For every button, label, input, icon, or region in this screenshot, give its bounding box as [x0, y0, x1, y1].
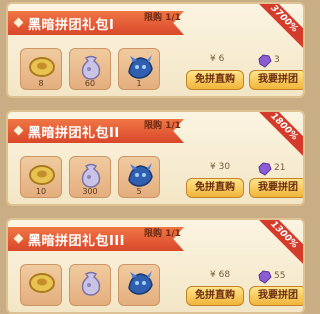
- gift-pack-card: 黑暗拼团礼包III 限购 1/1 1300% ¥ 68 55 免拼直购 我要拼团: [6, 218, 305, 314]
- purchase-limit: 限购 1/1: [144, 13, 181, 23]
- blue-creature-icon: [128, 163, 153, 187]
- gift-pack-card: 黑暗拼团礼包I 限购 1/1 3700% 8 60 1 ¥ 6 3 免拼直购 我…: [6, 2, 305, 98]
- pouch-icon: [81, 55, 101, 80]
- gift-pack-card: 黑暗拼团礼包II 限购 1/1 1800% 10 300 5 ¥ 30 21 免…: [6, 110, 305, 206]
- reward-slot[interactable]: 1: [118, 48, 160, 90]
- purple-gem-icon: [258, 54, 272, 68]
- item-count: 300: [82, 187, 98, 196]
- item-count: 5: [136, 187, 142, 196]
- price-row: ¥ 6 3: [188, 54, 298, 68]
- reward-slot[interactable]: [118, 264, 160, 306]
- blue-creature-icon: [128, 55, 153, 79]
- gem-reward: 3: [274, 55, 280, 65]
- item-count: 1: [136, 79, 142, 88]
- reward-slot[interactable]: [69, 264, 111, 306]
- gem-reward: 21: [274, 163, 286, 173]
- price-row: ¥ 68 55: [188, 270, 298, 284]
- direct-buy-button[interactable]: 免拼直购: [186, 178, 244, 198]
- ribbon-label: 1800%: [255, 112, 303, 160]
- price-row: ¥ 30 21: [188, 162, 298, 176]
- ribbon-label: 1300%: [255, 220, 303, 268]
- value-ribbon: 1800%: [255, 112, 303, 160]
- reward-slot[interactable]: 300: [69, 156, 111, 198]
- purple-gem-icon: [258, 270, 272, 284]
- diamond-bullet-icon: [13, 233, 24, 244]
- join-group-button[interactable]: 我要拼团: [249, 178, 303, 198]
- value-ribbon: 3700%: [255, 4, 303, 52]
- pack-title: 黑暗拼团礼包I: [28, 18, 115, 33]
- item-count: 10: [35, 187, 47, 196]
- blue-creature-icon: [128, 271, 153, 295]
- reward-slot[interactable]: 5: [118, 156, 160, 198]
- purple-gem-icon: [258, 162, 272, 176]
- purchase-limit: 限购 1/1: [144, 229, 181, 239]
- join-group-button[interactable]: 我要拼团: [249, 70, 303, 90]
- coin-ring-icon: [29, 273, 55, 293]
- diamond-bullet-icon: [13, 125, 24, 136]
- reward-slot[interactable]: 60: [69, 48, 111, 90]
- coin-ring-icon: [29, 165, 55, 185]
- diamond-bullet-icon: [13, 17, 24, 28]
- ribbon-label: 3700%: [255, 4, 303, 52]
- pouch-icon: [81, 271, 101, 296]
- pack-title: 黑暗拼团礼包II: [28, 126, 120, 141]
- direct-buy-button[interactable]: 免拼直购: [186, 286, 244, 306]
- pack-title: 黑暗拼团礼包III: [28, 234, 126, 249]
- reward-slot[interactable]: 10: [20, 156, 62, 198]
- item-count: 60: [84, 79, 96, 88]
- reward-slot[interactable]: 8: [20, 48, 62, 90]
- coin-ring-icon: [29, 57, 55, 77]
- direct-buy-button[interactable]: 免拼直购: [186, 70, 244, 90]
- purchase-limit: 限购 1/1: [144, 121, 181, 131]
- price: ¥ 68: [210, 270, 231, 280]
- price: ¥ 6: [210, 54, 225, 64]
- value-ribbon: 1300%: [255, 220, 303, 268]
- item-count: 8: [38, 79, 44, 88]
- join-group-button[interactable]: 我要拼团: [249, 286, 303, 306]
- price: ¥ 30: [210, 162, 231, 172]
- reward-slot[interactable]: [20, 264, 62, 306]
- gem-reward: 55: [274, 271, 286, 281]
- pouch-icon: [81, 163, 101, 188]
